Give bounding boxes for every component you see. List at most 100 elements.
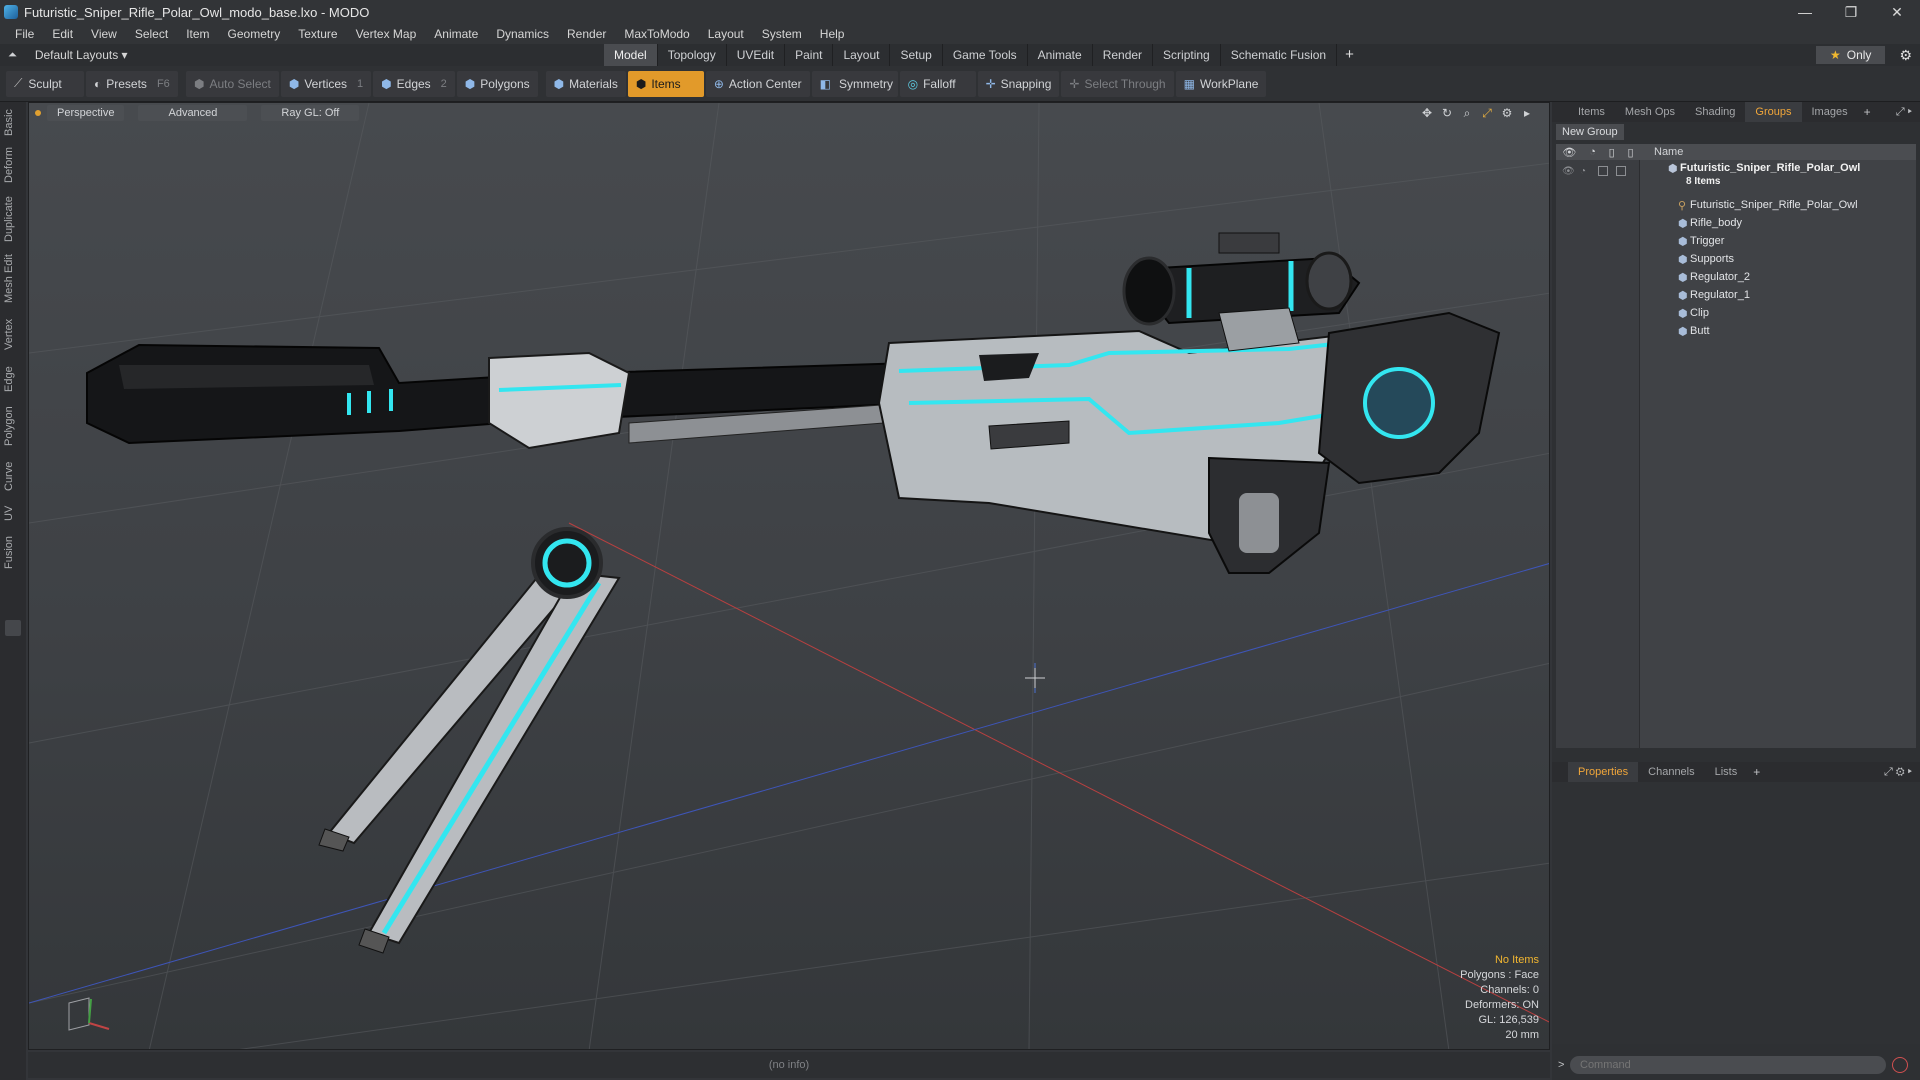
left-tab-duplicate[interactable]: Duplicate [3, 194, 23, 244]
group-root-row[interactable]: 👁 ◔ ⬢ Futuristic_Sniper_Rifle_Polar_Owl … [1556, 160, 1916, 188]
tab-setup[interactable]: Setup [890, 44, 943, 66]
pan-icon[interactable]: ✥ [1419, 105, 1435, 121]
tab-mesh-ops[interactable]: Mesh Ops [1615, 102, 1685, 122]
group-item-row[interactable]: ⚲ Futuristic_Sniper_Rifle_Polar_Owl [1556, 196, 1916, 214]
menu-dynamics[interactable]: Dynamics [487, 24, 558, 44]
symmetry-button[interactable]: ◧ Symmetry [811, 70, 898, 97]
tab-game-tools[interactable]: Game Tools [943, 44, 1028, 66]
root-render-icon[interactable]: ◔ [1580, 166, 1586, 177]
tab-paint[interactable]: Paint [785, 44, 834, 66]
vertices-button[interactable]: ⬢ Vertices 1 [280, 70, 372, 97]
workplane-button[interactable]: ▦ WorkPlane [1175, 70, 1267, 97]
view-mode-button[interactable]: Advanced [138, 105, 248, 121]
auto-select-button[interactable]: ⬢ Auto Select [186, 70, 279, 97]
group-item-row[interactable]: ⬢ Butt [1556, 322, 1916, 340]
group-item-row[interactable]: ⬢ Supports [1556, 250, 1916, 268]
left-tab-uv[interactable]: UV [3, 502, 23, 524]
root-select-icon[interactable] [1616, 166, 1626, 176]
falloff-button[interactable]: ◎ Falloff [899, 70, 976, 97]
tab-model[interactable]: Model [604, 44, 658, 66]
view-perspective-button[interactable]: Perspective [47, 105, 125, 121]
add-panel-tab-button[interactable]: + [1858, 105, 1877, 119]
sculpt-button[interactable]: ⟋ Sculpt [6, 70, 84, 97]
menu-file[interactable]: File [6, 24, 43, 44]
left-tab-deform[interactable]: Deform [3, 146, 23, 184]
panel-expand-icon[interactable]: ⤢ ▸ [1896, 106, 1912, 119]
left-tab-basic[interactable]: Basic [3, 108, 23, 138]
edges-button[interactable]: ⬢ Edges 2 [373, 70, 455, 97]
root-eye-icon[interactable]: 👁 [1562, 166, 1575, 177]
left-tab-curve[interactable]: Curve [3, 458, 23, 494]
root-lock-icon[interactable] [1598, 166, 1608, 176]
action-center-button[interactable]: ⊕ Action Center [705, 70, 810, 97]
tab-groups[interactable]: Groups [1745, 102, 1802, 122]
viewport-options-dot[interactable] [35, 110, 41, 116]
group-item-row[interactable]: ⬢ Trigger [1556, 232, 1916, 250]
materials-button[interactable]: ⬢ Materials [545, 70, 626, 97]
tab-properties[interactable]: Properties [1568, 762, 1639, 782]
tab-images[interactable]: Images [1802, 102, 1858, 122]
properties-expand-icon[interactable]: ⤢ ⚙ ▸ [1884, 766, 1912, 779]
fit-icon[interactable]: ⤢ [1479, 105, 1495, 121]
viewport-scene[interactable] [29, 103, 1550, 1050]
menu-geometry[interactable]: Geometry [219, 24, 290, 44]
raygl-button[interactable]: Ray GL: Off [261, 105, 360, 121]
layout-dropdown[interactable]: Default Layouts ▾ [35, 48, 128, 62]
menu-render[interactable]: Render [558, 24, 615, 44]
group-item-row[interactable]: ⬢ Regulator_1 [1556, 286, 1916, 304]
tab-layout[interactable]: Layout [833, 44, 891, 66]
menu-edit[interactable]: Edit [43, 24, 82, 44]
groups-tree[interactable]: 👁 ◔ ▯ ▯ Name 👁 ◔ ⬢ Futuristic_Sniper_Rif… [1556, 144, 1916, 748]
left-tab-mesh-edit[interactable]: Mesh Edit [3, 254, 23, 304]
layout-expand-icon[interactable]: ⏶ [8, 49, 17, 62]
menu-vertex-map[interactable]: Vertex Map [347, 24, 426, 44]
lock-column-icon[interactable]: ▯ [1609, 146, 1615, 159]
new-group-button[interactable]: New Group [1556, 124, 1624, 140]
presets-button[interactable]: ◐ Presets F6 [86, 70, 178, 97]
zoom-icon[interactable]: ⌕ [1459, 105, 1475, 121]
command-input[interactable] [1570, 1056, 1886, 1074]
polygons-button[interactable]: ⬢ Polygons [456, 70, 538, 97]
minimize-button[interactable]: — [1782, 0, 1828, 24]
add-properties-tab-button[interactable]: + [1747, 765, 1766, 779]
viewport-expand-icon[interactable]: ▸ [1519, 105, 1535, 121]
menu-animate[interactable]: Animate [425, 24, 487, 44]
group-item-row[interactable]: ⬢ Clip [1556, 304, 1916, 322]
add-tab-button[interactable]: + [1337, 44, 1362, 66]
gear-icon[interactable]: ⚙ [1899, 47, 1912, 64]
viewport-settings-icon[interactable]: ⚙ [1499, 105, 1515, 121]
tab-uvedit[interactable]: UVEdit [727, 44, 786, 66]
menu-maxtomodo[interactable]: MaxToModo [615, 24, 698, 44]
left-panel-toggle[interactable] [5, 620, 21, 636]
tab-scripting[interactable]: Scripting [1153, 44, 1221, 66]
tab-channels[interactable]: Channels [1638, 762, 1704, 782]
tab-schematic-fusion[interactable]: Schematic Fusion [1221, 44, 1338, 66]
tab-lists[interactable]: Lists [1705, 762, 1748, 782]
menu-layout[interactable]: Layout [699, 24, 753, 44]
menu-system[interactable]: System [753, 24, 811, 44]
menu-item[interactable]: Item [177, 24, 218, 44]
menu-help[interactable]: Help [811, 24, 854, 44]
eye-column-icon[interactable]: 👁 [1562, 146, 1576, 159]
left-tab-edge[interactable]: Edge [3, 364, 23, 394]
tab-shading[interactable]: Shading [1685, 102, 1745, 122]
tab-topology[interactable]: Topology [658, 44, 727, 66]
menu-view[interactable]: View [82, 24, 126, 44]
snapping-button[interactable]: ✛ Snapping [977, 70, 1060, 97]
tab-animate[interactable]: Animate [1028, 44, 1093, 66]
3d-viewport[interactable]: Perspective Advanced Ray GL: Off ✥ ↻ ⌕ ⤢… [28, 102, 1550, 1050]
select-column-icon[interactable]: ▯ [1628, 146, 1634, 159]
center-pivot-icon[interactable] [1025, 668, 1045, 688]
group-item-row[interactable]: ⬢ Regulator_2 [1556, 268, 1916, 286]
command-record-icon[interactable] [1892, 1057, 1908, 1073]
items-button[interactable]: ⬢ Items [627, 70, 704, 97]
tab-items[interactable]: Items [1568, 102, 1615, 122]
only-button[interactable]: ★ Only [1815, 46, 1886, 64]
close-button[interactable]: ✕ [1874, 0, 1920, 24]
left-tab-polygon[interactable]: Polygon [3, 402, 23, 450]
render-column-icon[interactable]: ◔ [1589, 146, 1596, 159]
left-tab-fusion[interactable]: Fusion [3, 532, 23, 572]
select-through-button[interactable]: ✛ Select Through [1061, 70, 1174, 97]
rotate-icon[interactable]: ↻ [1439, 105, 1455, 121]
maximize-button[interactable]: ❐ [1828, 0, 1874, 24]
